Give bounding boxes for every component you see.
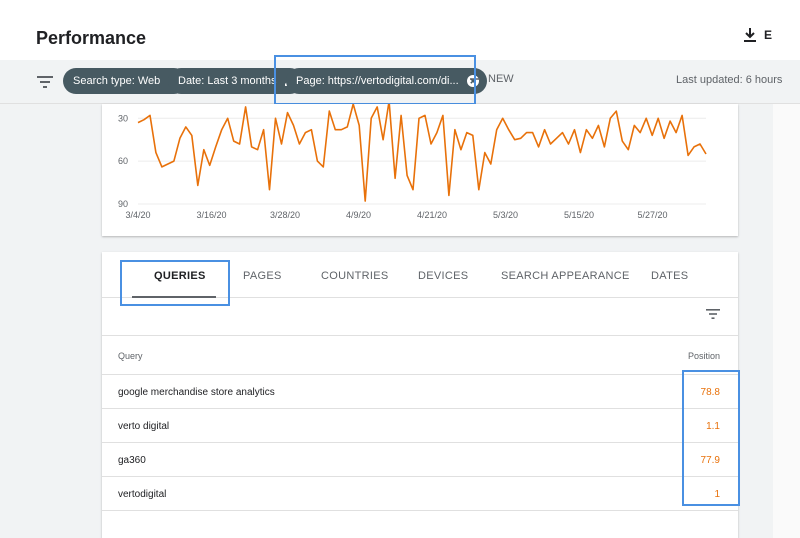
query-cell: ga360 — [118, 455, 146, 466]
y-tick-label: 90 — [118, 199, 128, 209]
x-tick-label: 4/21/20 — [417, 210, 447, 220]
position-chart: 30 60 903/4/20 3/16/20 3/28/20 4/9/20 4/21/20 5… — [118, 100, 707, 220]
active-tab-indicator — [132, 296, 216, 298]
table-filter-icon[interactable] — [706, 308, 720, 320]
x-tick-label: 3/28/20 — [270, 210, 300, 220]
position-cell: 78.8 — [700, 387, 720, 398]
tab-search-appearance[interactable]: SEARCH APPEARANCE — [501, 270, 630, 282]
column-header-position[interactable]: Position — [688, 351, 720, 361]
y-tick-label: 30 — [118, 113, 128, 123]
tab-pages[interactable]: PAGES — [243, 270, 282, 282]
date-chip[interactable]: Date: Last 3 months — [168, 68, 304, 94]
y-tick-label: 60 — [118, 156, 128, 166]
download-icon — [744, 28, 756, 42]
position-cell: 1 — [714, 489, 720, 500]
table-row[interactable]: ga360 77.9 — [102, 443, 738, 477]
filter-icon[interactable] — [37, 75, 53, 89]
plus-icon — [470, 74, 480, 84]
x-tick-label: 3/16/20 — [196, 210, 226, 220]
tab-bar: QUERIES PAGES COUNTRIES DEVICES SEARCH A… — [102, 252, 738, 298]
tab-queries[interactable]: QUERIES — [154, 270, 206, 282]
x-tick-label: 4/9/20 — [346, 210, 371, 220]
x-tick-label: 5/27/20 — [637, 210, 667, 220]
new-filter-button[interactable]: NEW — [470, 73, 514, 85]
tab-countries[interactable]: COUNTRIES — [321, 270, 388, 282]
query-cell: vertodigital — [118, 489, 167, 500]
query-cell: google merchandise store analytics — [118, 387, 275, 398]
page-chip[interactable]: Page: https://vertodigital.com/di... — [286, 68, 487, 94]
x-tick-label: 5/15/20 — [564, 210, 594, 220]
table-row[interactable]: verto digital 1.1 — [102, 409, 738, 443]
position-cell: 77.9 — [700, 455, 720, 466]
export-button[interactable]: E — [744, 28, 772, 42]
table-row[interactable]: vertodigital 1 — [102, 477, 738, 511]
scrollbar[interactable] — [773, 104, 800, 538]
last-updated-text: Last updated: 6 hours — [676, 74, 783, 86]
page-title: Performance — [36, 28, 147, 48]
table-row[interactable]: google merchandise store analytics 78.8 — [102, 375, 738, 409]
chip-label: Date: Last 3 months — [178, 75, 277, 87]
position-cell: 1.1 — [706, 421, 720, 432]
tab-devices[interactable]: DEVICES — [418, 270, 468, 282]
query-cell: verto digital — [118, 421, 170, 432]
x-tick-label: 3/4/20 — [125, 210, 150, 220]
chip-label: Page: https://vertodigital.com/di... — [296, 75, 459, 87]
column-header-query[interactable]: Query — [118, 351, 143, 361]
chart-card: 30 60 90 3/4/20 3/16/20 3/28/20 4/9/20 4/21/20 5… — [102, 100, 738, 236]
table-header-row: Query Position — [102, 335, 738, 375]
table-card: QUERIES PAGES COUNTRIES DEVICES SEARCH A… — [102, 252, 738, 538]
tab-dates[interactable]: DATES — [651, 270, 688, 282]
export-label: E — [764, 28, 773, 42]
x-tick-label: 5/3/20 — [493, 210, 518, 220]
new-label: NEW — [488, 73, 514, 85]
chip-label: Search type: Web — [73, 75, 161, 87]
